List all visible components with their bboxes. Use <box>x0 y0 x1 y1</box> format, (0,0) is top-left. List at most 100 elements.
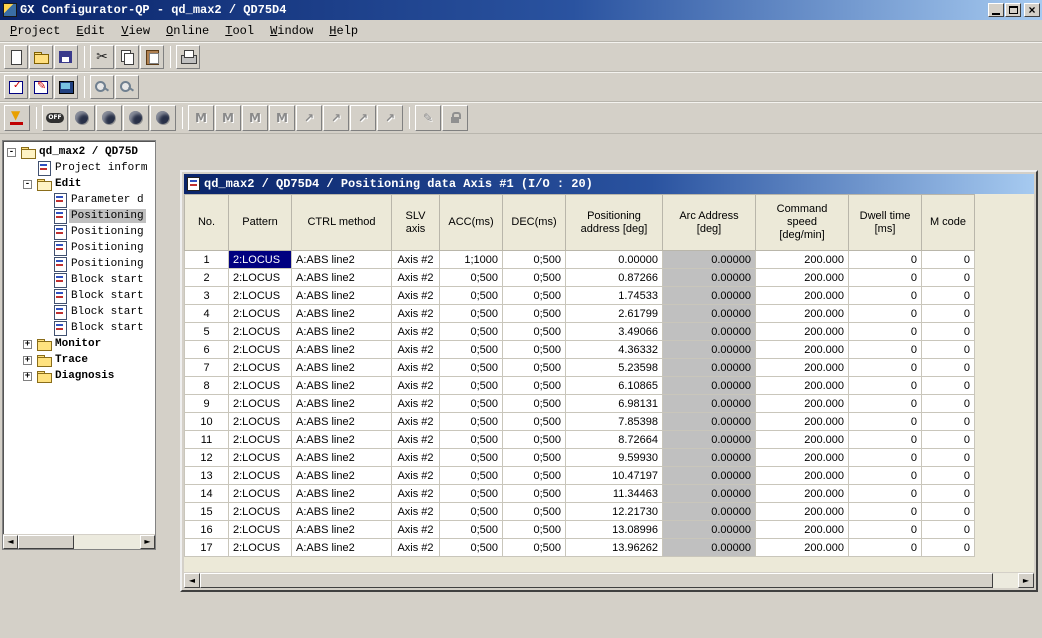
cell-r4-c0[interactable]: 4 <box>185 305 229 323</box>
cell-r2-c3[interactable]: Axis #2 <box>392 269 440 287</box>
cell-r13-c1[interactable]: 2:LOCUS <box>229 467 292 485</box>
cell-r14-c1[interactable]: 2:LOCUS <box>229 485 292 503</box>
cell-r16-c10[interactable]: 0 <box>922 521 975 539</box>
cell-r12-c5[interactable]: 0;500 <box>503 449 566 467</box>
jog-4-button[interactable]: ↗ <box>377 105 403 131</box>
cell-r17-c4[interactable]: 0;500 <box>440 539 503 557</box>
tree-item-positioning[interactable]: Positioning <box>3 240 155 256</box>
new-file-button[interactable] <box>4 45 28 69</box>
cell-r9-c6[interactable]: 6.98131 <box>566 395 663 413</box>
cell-r8-c6[interactable]: 6.10865 <box>566 377 663 395</box>
cell-r4-c9[interactable]: 0 <box>849 305 922 323</box>
cell-r9-c0[interactable]: 9 <box>185 395 229 413</box>
cell-r4-c8[interactable]: 200.000 <box>756 305 849 323</box>
cell-r6-c8[interactable]: 200.000 <box>756 341 849 359</box>
cell-r11-c1[interactable]: 2:LOCUS <box>229 431 292 449</box>
cell-r10-c4[interactable]: 0;500 <box>440 413 503 431</box>
cell-r12-c0[interactable]: 12 <box>185 449 229 467</box>
cell-r5-c2[interactable]: A:ABS line2 <box>292 323 392 341</box>
cell-r3-c5[interactable]: 0;500 <box>503 287 566 305</box>
cell-r10-c0[interactable]: 10 <box>185 413 229 431</box>
cell-r15-c8[interactable]: 200.000 <box>756 503 849 521</box>
table-scroll-thumb[interactable] <box>200 573 993 588</box>
cell-r7-c8[interactable]: 200.000 <box>756 359 849 377</box>
cell-r6-c5[interactable]: 0;500 <box>503 341 566 359</box>
cell-r6-c6[interactable]: 4.36332 <box>566 341 663 359</box>
edit-data-button[interactable] <box>29 75 53 99</box>
save-button[interactable] <box>54 45 78 69</box>
table-scroll-right-button[interactable] <box>1018 573 1034 588</box>
cell-r12-c4[interactable]: 0;500 <box>440 449 503 467</box>
cell-r16-c1[interactable]: 2:LOCUS <box>229 521 292 539</box>
cell-r2-c9[interactable]: 0 <box>849 269 922 287</box>
cell-r12-c3[interactable]: Axis #2 <box>392 449 440 467</box>
cell-r15-c2[interactable]: A:ABS line2 <box>292 503 392 521</box>
cell-r1-c7[interactable]: 0.00000 <box>663 251 756 269</box>
cell-r7-c5[interactable]: 0;500 <box>503 359 566 377</box>
cell-r12-c7[interactable]: 0.00000 <box>663 449 756 467</box>
cell-r4-c1[interactable]: 2:LOCUS <box>229 305 292 323</box>
cell-r11-c8[interactable]: 200.000 <box>756 431 849 449</box>
cell-r6-c9[interactable]: 0 <box>849 341 922 359</box>
cell-r11-c9[interactable]: 0 <box>849 431 922 449</box>
cell-r14-c2[interactable]: A:ABS line2 <box>292 485 392 503</box>
menu-item-tool[interactable]: Tool <box>217 22 262 40</box>
cell-r13-c8[interactable]: 200.000 <box>756 467 849 485</box>
cell-r7-c3[interactable]: Axis #2 <box>392 359 440 377</box>
cell-r13-c6[interactable]: 10.47197 <box>566 467 663 485</box>
cell-r17-c6[interactable]: 13.96262 <box>566 539 663 557</box>
cell-r1-c9[interactable]: 0 <box>849 251 922 269</box>
column-header-ctrl-method[interactable]: CTRL method <box>292 195 392 251</box>
monitor-1-button[interactable] <box>69 105 95 131</box>
cell-r5-c8[interactable]: 200.000 <box>756 323 849 341</box>
cell-r6-c10[interactable]: 0 <box>922 341 975 359</box>
key-verify-button[interactable] <box>115 75 139 99</box>
m-code-3-button[interactable]: M <box>242 105 268 131</box>
cell-r8-c10[interactable]: 0 <box>922 377 975 395</box>
cell-r6-c7[interactable]: 0.00000 <box>663 341 756 359</box>
cell-r13-c2[interactable]: A:ABS line2 <box>292 467 392 485</box>
cell-r6-c0[interactable]: 6 <box>185 341 229 359</box>
cell-r16-c9[interactable]: 0 <box>849 521 922 539</box>
column-header-command[interactable]: Command speed [deg/min] <box>756 195 849 251</box>
cell-r16-c3[interactable]: Axis #2 <box>392 521 440 539</box>
cell-r14-c10[interactable]: 0 <box>922 485 975 503</box>
table-horizontal-scrollbar[interactable] <box>184 572 1034 588</box>
tree-scroll-track[interactable] <box>18 535 140 549</box>
cell-r1-c0[interactable]: 1 <box>185 251 229 269</box>
cell-r13-c5[interactable]: 0;500 <box>503 467 566 485</box>
tree-item-qd-max2-qd75d[interactable]: -qd_max2 / QD75D <box>3 144 155 160</box>
edit-positioning-button[interactable]: ✎ <box>415 105 441 131</box>
cell-r5-c1[interactable]: 2:LOCUS <box>229 323 292 341</box>
cell-r1-c5[interactable]: 0;500 <box>503 251 566 269</box>
child-title-bar[interactable]: qd_max2 / QD75D4 / Positioning data Axis… <box>184 174 1034 194</box>
column-header-dwell-time[interactable]: Dwell time [ms] <box>849 195 922 251</box>
cell-r16-c8[interactable]: 200.000 <box>756 521 849 539</box>
lock-button[interactable] <box>442 105 468 131</box>
tree-scroll-left-button[interactable] <box>3 535 18 549</box>
cell-r17-c5[interactable]: 0;500 <box>503 539 566 557</box>
cell-r11-c7[interactable]: 0.00000 <box>663 431 756 449</box>
cell-r9-c1[interactable]: 2:LOCUS <box>229 395 292 413</box>
cell-r9-c3[interactable]: Axis #2 <box>392 395 440 413</box>
cell-r16-c4[interactable]: 0;500 <box>440 521 503 539</box>
m-code-1-button[interactable]: M <box>188 105 214 131</box>
m-code-2-button[interactable]: M <box>215 105 241 131</box>
cell-r5-c5[interactable]: 0;500 <box>503 323 566 341</box>
cell-r15-c7[interactable]: 0.00000 <box>663 503 756 521</box>
cell-r17-c10[interactable]: 0 <box>922 539 975 557</box>
cell-r13-c10[interactable]: 0 <box>922 467 975 485</box>
tree-item-positioning[interactable]: Positioning <box>3 256 155 272</box>
cell-r1-c4[interactable]: 1;1000 <box>440 251 503 269</box>
flash-write-button[interactable] <box>4 105 30 131</box>
column-header-slv[interactable]: SLV axis <box>392 195 440 251</box>
cell-r12-c1[interactable]: 2:LOCUS <box>229 449 292 467</box>
off-toggle-button[interactable] <box>42 105 68 131</box>
menu-item-edit[interactable]: Edit <box>68 22 113 40</box>
tree-item-edit[interactable]: -Edit <box>3 176 155 192</box>
copy-button[interactable] <box>115 45 139 69</box>
column-header-arc-address[interactable]: Arc Address [deg] <box>663 195 756 251</box>
cell-r3-c7[interactable]: 0.00000 <box>663 287 756 305</box>
cell-r3-c1[interactable]: 2:LOCUS <box>229 287 292 305</box>
open-folder-button[interactable] <box>29 45 53 69</box>
